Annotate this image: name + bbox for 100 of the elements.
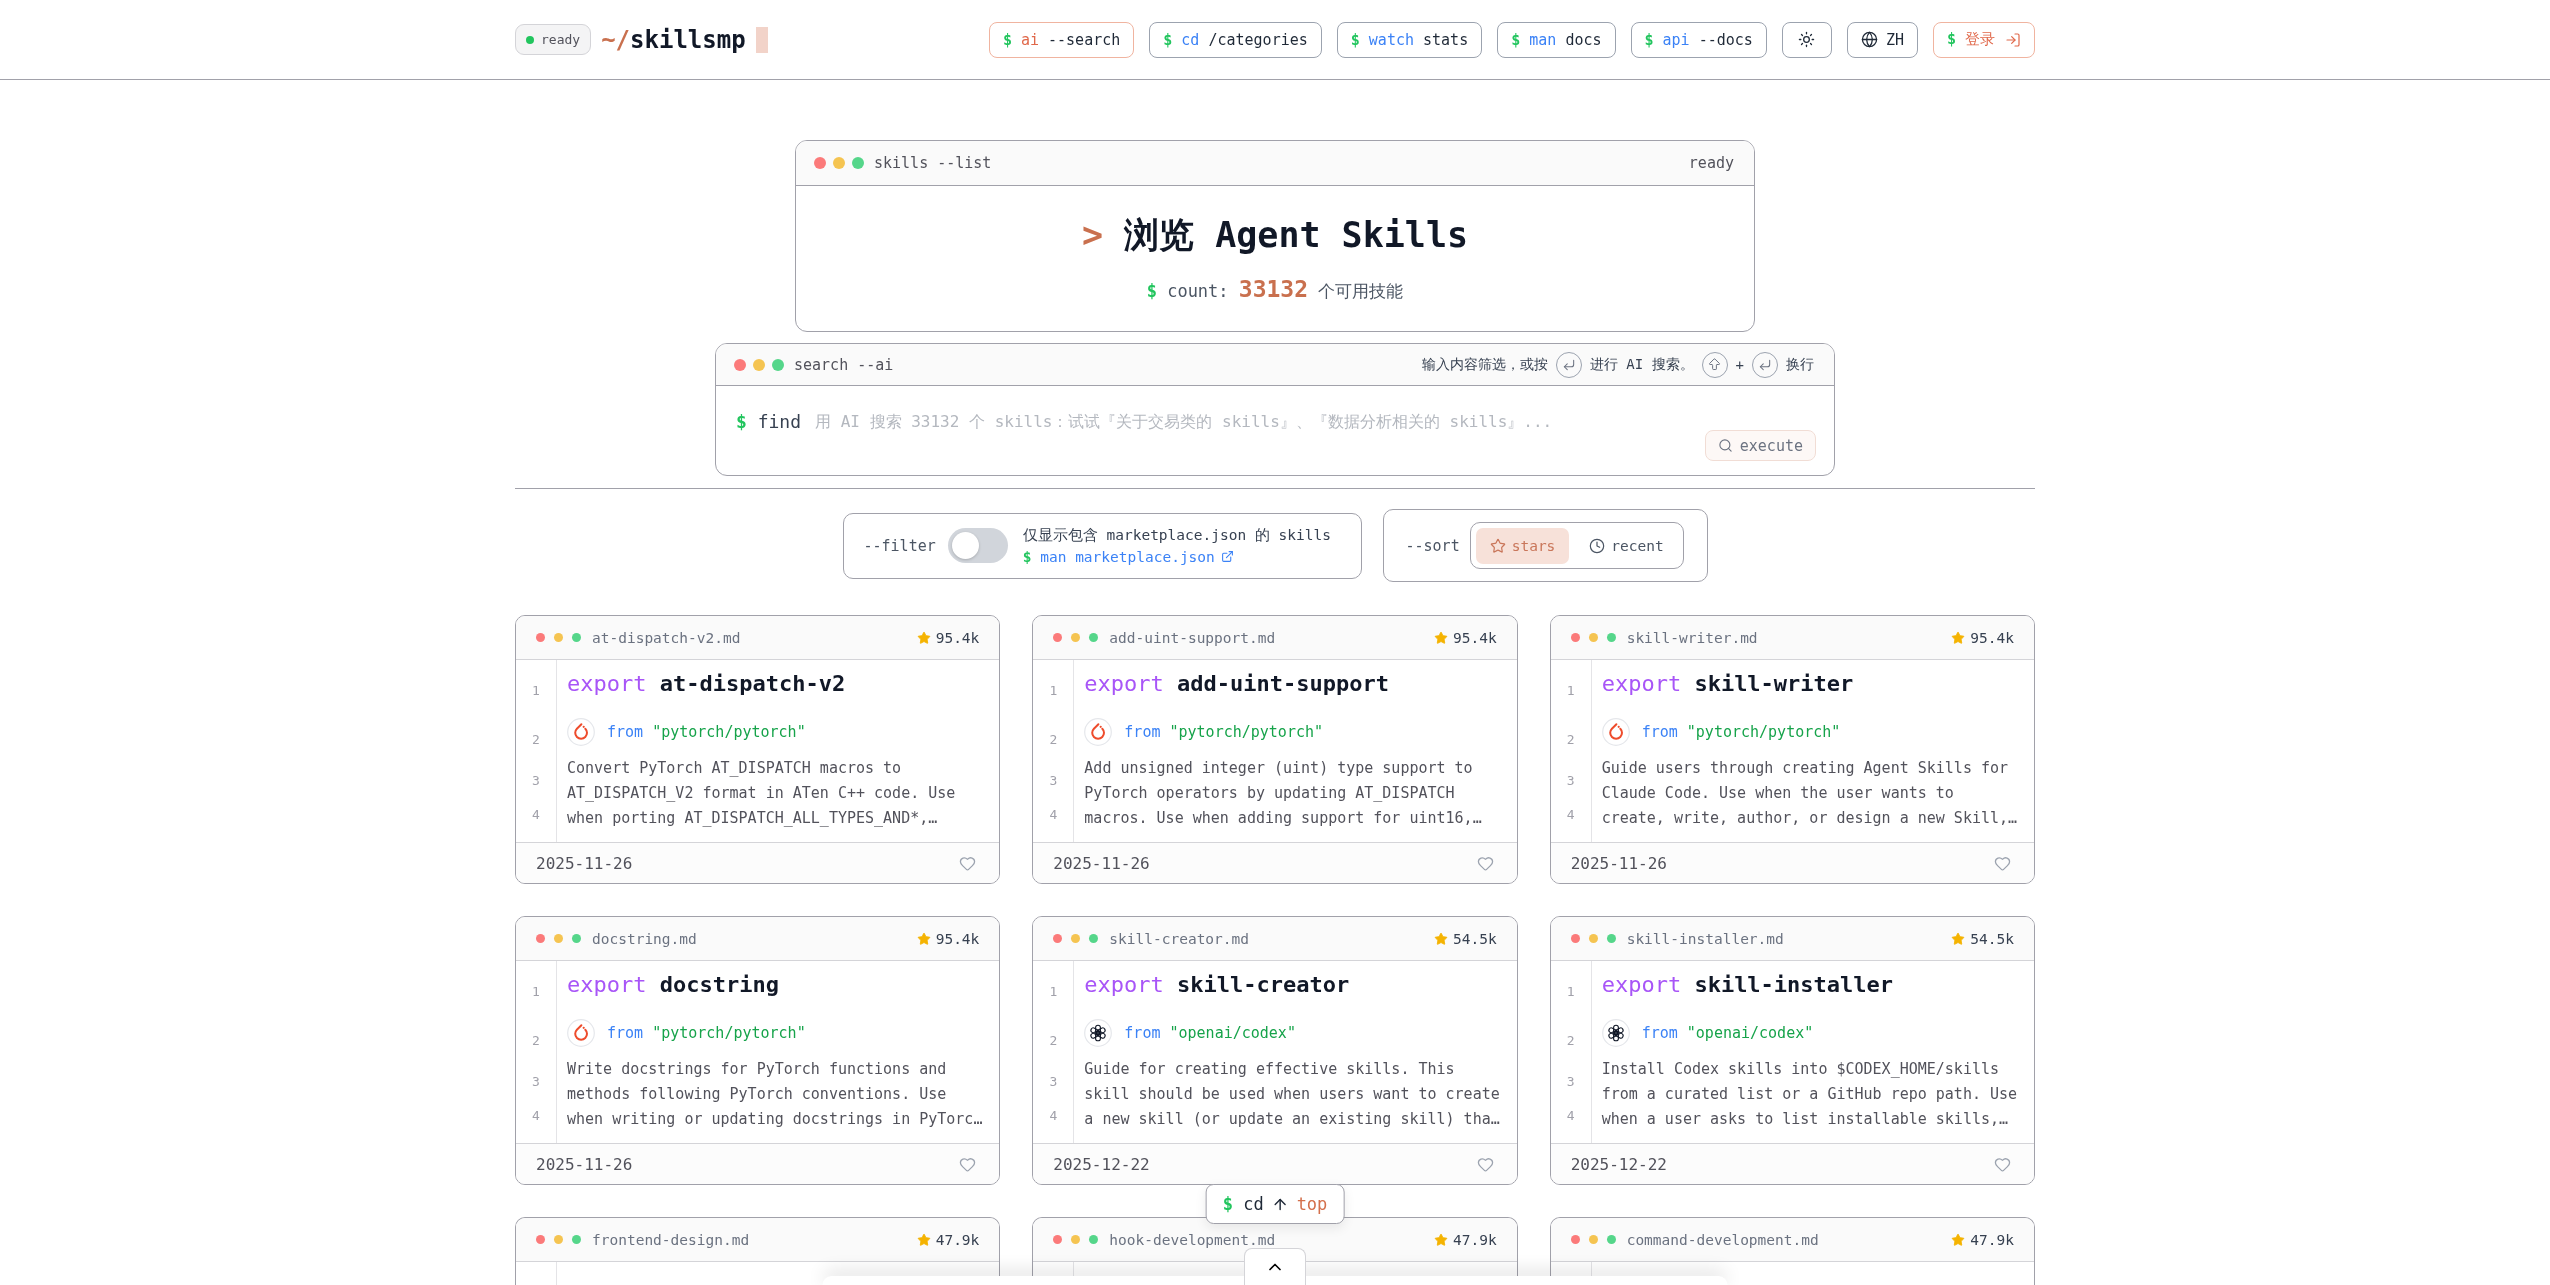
skill-description: Write docstrings for PyTorch functions and methods following PyTorch conventions. Use when writing or updating docstrings in PyTorc… — [567, 1059, 984, 1130]
globe-icon — [1860, 31, 1878, 48]
hint-text: 换行 — [1786, 355, 1814, 374]
skill-title[interactable]: export docstring — [567, 970, 986, 1000]
flame-icon — [1601, 718, 1630, 746]
star-icon — [916, 1232, 931, 1247]
window-controls-icon — [1570, 1235, 1616, 1244]
file-name: skill-creator.md — [1109, 930, 1249, 947]
clock-icon — [1589, 537, 1606, 554]
theme-toggle-button[interactable] — [1781, 21, 1832, 58]
collapse-tab[interactable] — [1244, 1248, 1306, 1285]
skill-title[interactable]: export add-uint-support — [1084, 669, 1504, 699]
file-name: docstring.md — [592, 930, 697, 947]
marketplace-toggle[interactable] — [947, 528, 1008, 563]
star-count: 47.9k — [1453, 1231, 1497, 1248]
skill-title[interactable]: export skill-writer — [1601, 669, 2021, 699]
file-name: at-dispatch-v2.md — [592, 629, 741, 646]
skill-card[interactable]: command-development.md 47.9k — [1549, 1217, 2035, 1285]
file-name: hook-development.md — [1109, 1231, 1276, 1248]
window-controls-icon — [1570, 934, 1616, 943]
star-icon — [1489, 537, 1506, 554]
skill-card[interactable] — [1032, 916, 1518, 1185]
window-controls-icon — [1053, 1235, 1099, 1244]
file-name: frontend-design.md — [592, 1231, 750, 1248]
line-number: 1 — [1049, 682, 1058, 700]
window-controls-icon — [734, 358, 784, 371]
repo-source: from "pytorch/pytorch" — [607, 1024, 806, 1042]
line-number: 3 — [1049, 1073, 1058, 1091]
card-date: 2025-11-26 — [1053, 853, 1150, 873]
line-number: 2 — [532, 731, 540, 749]
nav-command-button[interactable]: $ api --docs — [1630, 21, 1767, 58]
window-controls-icon — [1053, 934, 1099, 943]
page-title: > 浏览 Agent Skills — [1081, 214, 1469, 257]
file-name: add-uint-support.md — [1109, 629, 1276, 646]
repo-source: from "openai/codex" — [1641, 1024, 1814, 1042]
sort-label: --sort — [1405, 536, 1460, 555]
star-icon — [916, 630, 931, 645]
star-count: 95.4k — [935, 629, 980, 646]
repo-source: from "pytorch/pytorch" — [1124, 723, 1323, 741]
card-date: 2025-12-22 — [1053, 1154, 1150, 1174]
sort-option[interactable]: recent — [1575, 527, 1678, 564]
back-to-top-button[interactable]: $ cd top — [1205, 1184, 1345, 1224]
nav-command-button[interactable]: $ cd /categories — [1149, 21, 1322, 58]
star-count: 54.5k — [1970, 930, 2014, 947]
star-count: 47.9k — [935, 1231, 980, 1248]
card-date: 2025-12-22 — [1570, 1154, 1667, 1174]
login-button[interactable]: $ 登录 — [1932, 21, 2035, 58]
card-date: 2025-11-26 — [536, 1154, 633, 1174]
card-date: 2025-11-26 — [1570, 853, 1667, 873]
skill-card[interactable] — [515, 615, 1001, 884]
skill-description: Convert PyTorch AT_DISPATCH macros to AT_DISPATCH_V2 format in ATen C++ code. Use when porting AT_DISPATCH_ALL_TYPES_AND*,… — [567, 758, 957, 829]
filter-label: --filter — [863, 536, 936, 555]
skill-title[interactable]: export skill-installer — [1601, 970, 2021, 1000]
knot-icon — [1601, 1019, 1630, 1047]
sun-icon — [1798, 31, 1816, 48]
skill-description: Guide for creating effective skills. This skill should be used when users want to create a new skill (or update an existing skill) tha… — [1084, 1059, 1501, 1130]
skill-title[interactable]: export skill-creator — [1084, 970, 1504, 1000]
line-number: 2 — [532, 1032, 540, 1050]
filter-description: 仅显示包含 marketplace.json 的 skills — [1022, 525, 1331, 545]
star-icon — [916, 931, 931, 946]
repo-source: from "pytorch/pytorch" — [607, 723, 806, 741]
skill-card[interactable]: frontend-design.md 47.9k — [515, 1217, 1001, 1285]
line-number: 2 — [1566, 731, 1575, 749]
skill-card[interactable] — [1549, 916, 2035, 1185]
hint-text: + — [1735, 356, 1744, 373]
star-count: 54.5k — [1453, 930, 1497, 947]
sign-in-icon — [2005, 31, 2021, 48]
skill-card[interactable] — [1549, 615, 2035, 884]
line-number: 4 — [1566, 806, 1575, 824]
file-name: skill-writer.md — [1626, 629, 1758, 646]
line-number: 2 — [1566, 1032, 1575, 1050]
prompt-label: $ find — [736, 410, 802, 432]
execute-button[interactable]: execute — [1704, 430, 1816, 461]
line-number: 4 — [1566, 1107, 1575, 1125]
star-icon — [1434, 931, 1448, 946]
skill-title[interactable]: export at-dispatch-v2 — [567, 669, 986, 699]
window-controls-icon — [814, 157, 864, 169]
nav-command-button[interactable]: $ man docs — [1497, 21, 1616, 58]
line-number: 3 — [532, 1073, 540, 1091]
star-icon — [1434, 630, 1448, 645]
knot-icon — [1084, 1019, 1113, 1047]
line-number: 3 — [532, 772, 540, 790]
line-number: 2 — [1049, 731, 1058, 749]
window-controls-icon — [536, 633, 581, 642]
skill-description: Add unsigned integer (uint) type support to PyTorch operators by updating AT_DISPATCH macros. Use when adding support for uint16,… — [1084, 758, 1483, 829]
repo-source: from "pytorch/pytorch" — [1641, 723, 1841, 741]
nav-command-button[interactable]: $ watch stats — [1336, 21, 1483, 58]
site-logo[interactable]: ~/skillsmp — [601, 25, 746, 54]
docs-link[interactable]: $ man marketplace.json — [1022, 546, 1234, 567]
skill-card[interactable] — [515, 916, 1001, 1185]
star-icon — [1951, 630, 1966, 645]
search-icon — [1717, 438, 1733, 453]
nav-command-button[interactable]: $ ai --search — [988, 21, 1135, 58]
skill-count: $ count: 33132 个可用技能 — [1146, 275, 1404, 303]
skill-description: Guide users through creating Agent Skills for Claude Code. Use when the user wants to create, write, author, or design a new Skill,… — [1601, 758, 2019, 829]
language-button[interactable]: ZH — [1846, 21, 1918, 58]
window-title: skills --list — [874, 154, 992, 172]
skill-card[interactable] — [1032, 615, 1518, 884]
star-count: 47.9k — [1970, 1231, 2014, 1248]
flame-icon — [567, 718, 595, 746]
